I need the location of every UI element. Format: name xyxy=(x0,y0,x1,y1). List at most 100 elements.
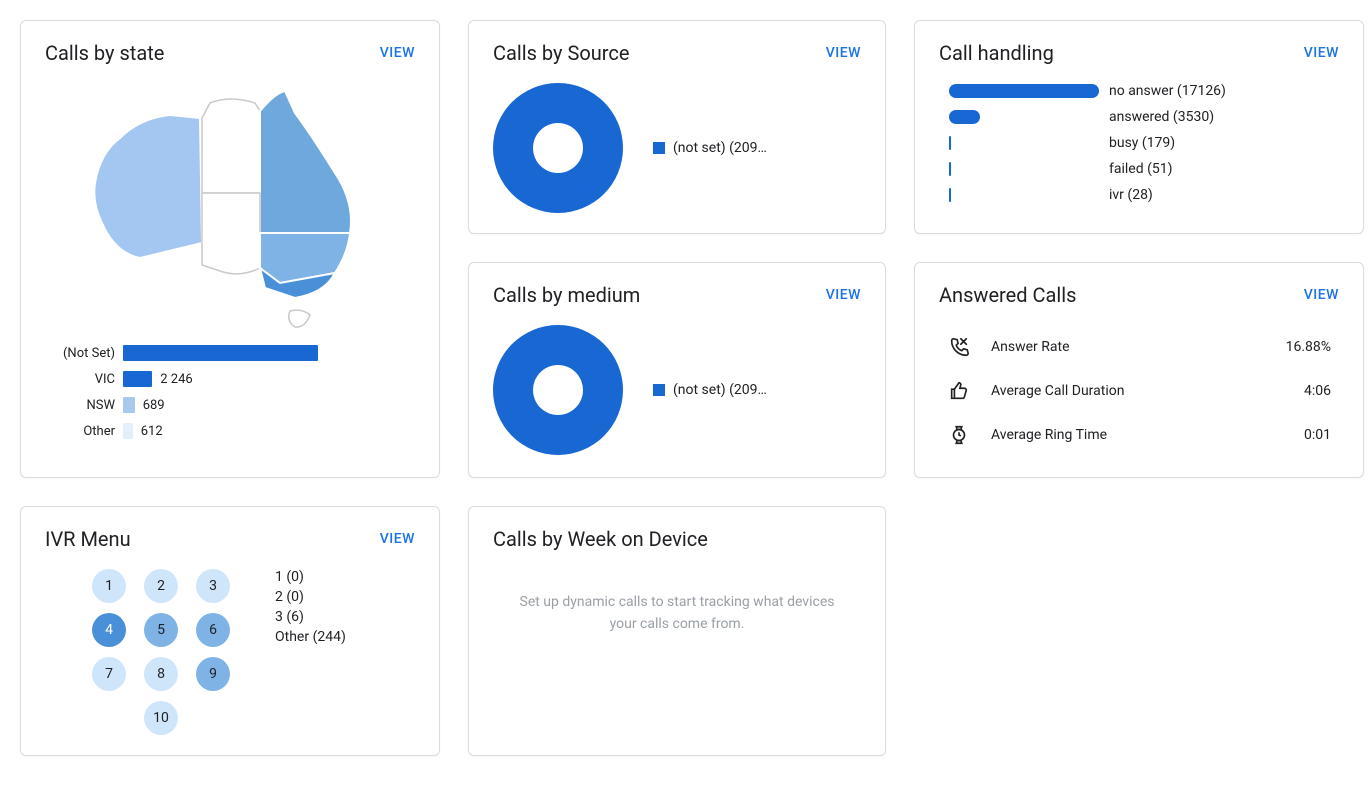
bar-row: no answer (17126) xyxy=(949,83,1339,99)
map-region-sa xyxy=(202,193,260,274)
stat-row-avg-ring: Average Ring Time 0:01 xyxy=(947,423,1331,447)
ivr-key-9[interactable]: 9 xyxy=(196,657,230,691)
ivr-key-1[interactable]: 1 xyxy=(92,569,126,603)
ivr-key-6[interactable]: 6 xyxy=(196,613,230,647)
card-answered-calls: Answered Calls VIEW Answer Rate 16.88% A… xyxy=(914,262,1364,478)
state-bar xyxy=(123,371,152,387)
bar-fill xyxy=(949,188,951,202)
view-button[interactable]: VIEW xyxy=(380,45,415,61)
card-ivr-menu: IVR Menu VIEW 123 456 789 10 1 (0) 2 (0) 3 (6… xyxy=(20,506,440,756)
stat-value: 4:06 xyxy=(1304,383,1331,399)
bar-track xyxy=(949,84,1099,98)
bar-label: failed (51) xyxy=(1109,161,1173,177)
stat-value: 0:01 xyxy=(1304,427,1331,443)
ivr-legend-item: Other (244) xyxy=(275,629,346,645)
map-region-nsw xyxy=(260,233,350,283)
bar-label: ivr (28) xyxy=(1109,187,1153,203)
legend-swatch xyxy=(653,142,665,154)
stat-row-answer-rate: Answer Rate 16.88% xyxy=(947,335,1331,359)
card-title: Call handling xyxy=(939,41,1054,65)
bar-track xyxy=(949,188,1099,202)
state-value: 612 xyxy=(141,424,163,439)
legend-swatch xyxy=(653,384,665,396)
ivr-key-2[interactable]: 2 xyxy=(144,569,178,603)
ivr-legend: 1 (0) 2 (0) 3 (6) Other (244) xyxy=(275,569,346,645)
view-button[interactable]: VIEW xyxy=(826,45,861,61)
state-bar xyxy=(123,345,318,361)
bar-row: ivr (28) xyxy=(949,187,1339,203)
card-calls-by-device: Calls by Week on Device Set up dynamic c… xyxy=(468,506,886,756)
donut-chart-medium xyxy=(493,325,623,455)
state-row: (Not Set) xyxy=(45,345,415,361)
bar-fill xyxy=(949,110,980,124)
bar-label: answered (3530) xyxy=(1109,109,1214,125)
bar-row: answered (3530) xyxy=(949,109,1339,125)
state-label: (Not Set) xyxy=(45,346,115,361)
australia-map xyxy=(45,83,415,333)
card-title: IVR Menu xyxy=(45,527,131,551)
stat-label: Answer Rate xyxy=(991,339,1266,355)
bar-row: busy (179) xyxy=(949,135,1339,151)
phone-icon xyxy=(947,335,971,359)
view-button[interactable]: VIEW xyxy=(826,287,861,303)
bar-track xyxy=(949,136,1099,150)
map-region-qld xyxy=(260,91,351,233)
state-bar xyxy=(123,423,133,439)
bar-track xyxy=(949,162,1099,176)
state-bar xyxy=(123,397,135,413)
bar-track xyxy=(949,110,1099,124)
handling-bars: no answer (17126) answered (3530) busy (17… xyxy=(949,83,1339,203)
donut-chart-source xyxy=(493,83,623,213)
card-title: Calls by state xyxy=(45,41,164,65)
bar-label: busy (179) xyxy=(1109,135,1175,151)
card-title: Calls by medium xyxy=(493,283,640,307)
stat-value: 16.88% xyxy=(1286,339,1331,355)
view-button[interactable]: VIEW xyxy=(1304,287,1339,303)
ivr-key-8[interactable]: 8 xyxy=(144,657,178,691)
card-title: Calls by Week on Device xyxy=(493,527,708,551)
state-bars: (Not Set) VIC 2 246 NSW 689 Other 612 xyxy=(45,345,415,439)
card-title: Calls by Source xyxy=(493,41,629,65)
bar-fill xyxy=(949,162,951,176)
map-region-wa xyxy=(94,115,202,258)
state-label: VIC xyxy=(45,372,115,387)
bar-fill xyxy=(949,136,951,150)
bar-label: no answer (17126) xyxy=(1109,83,1226,99)
card-calls-by-source: Calls by Source VIEW (not set) (209… xyxy=(468,20,886,234)
state-row: NSW 689 xyxy=(45,397,415,413)
state-value: 2 246 xyxy=(160,372,192,387)
legend-text: (not set) (209… xyxy=(673,382,767,398)
map-region-tas xyxy=(289,310,310,327)
state-row: VIC 2 246 xyxy=(45,371,415,387)
card-calls-by-medium: Calls by medium VIEW (not set) (209… xyxy=(468,262,886,478)
ivr-legend-item: 2 (0) xyxy=(275,589,346,605)
ivr-legend-item: 3 (6) xyxy=(275,609,346,625)
thumbs-up-icon xyxy=(947,379,971,403)
card-call-handling: Call handling VIEW no answer (17126) answ… xyxy=(914,20,1364,234)
view-button[interactable]: VIEW xyxy=(1304,45,1339,61)
ivr-key-5[interactable]: 5 xyxy=(144,613,178,647)
view-button[interactable]: VIEW xyxy=(380,531,415,547)
bar-row: failed (51) xyxy=(949,161,1339,177)
stat-row-avg-duration: Average Call Duration 4:06 xyxy=(947,379,1331,403)
keypad-grid: 123 456 789 10 xyxy=(87,569,235,735)
map-region-nt xyxy=(202,99,260,193)
stat-label: Average Call Duration xyxy=(991,383,1284,399)
ivr-key-10[interactable]: 10 xyxy=(144,701,178,735)
state-value: 689 xyxy=(143,398,165,413)
ivr-key-3[interactable]: 3 xyxy=(196,569,230,603)
empty-state-message: Set up dynamic calls to start tracking w… xyxy=(513,591,841,636)
legend-text: (not set) (209… xyxy=(673,140,767,156)
ivr-key-7[interactable]: 7 xyxy=(92,657,126,691)
card-calls-by-state: Calls by state VIEW (Not Set)VIC2 2 xyxy=(20,20,440,478)
card-title: Answered Calls xyxy=(939,283,1076,307)
state-row: Other 612 xyxy=(45,423,415,439)
stat-label: Average Ring Time xyxy=(991,427,1284,443)
state-label: NSW xyxy=(45,398,115,413)
ivr-key-4[interactable]: 4 xyxy=(92,613,126,647)
watch-icon xyxy=(947,423,971,447)
bar-fill xyxy=(949,84,1099,98)
ivr-legend-item: 1 (0) xyxy=(275,569,346,585)
legend-item: (not set) (209… xyxy=(653,382,767,398)
state-label: Other xyxy=(45,424,115,439)
